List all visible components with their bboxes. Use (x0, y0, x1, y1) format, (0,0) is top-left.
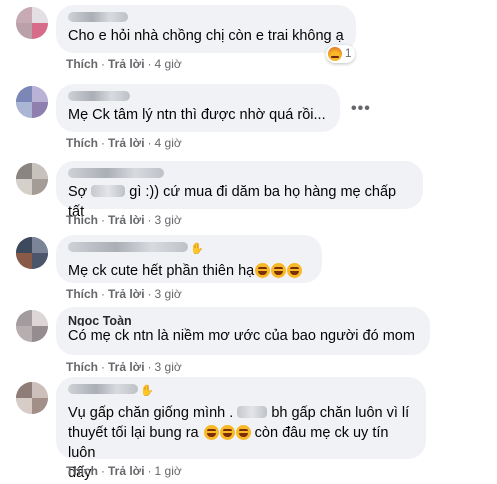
author-name-blurred[interactable] (68, 168, 164, 178)
comment-bubble: Ngọc Toàn Có mẹ ck ntn là niềm mơ ước củ… (56, 307, 430, 355)
comment-actions: Thích · Trả lời · 3 giờ (66, 287, 182, 301)
like-button[interactable]: Thích (66, 287, 98, 301)
avatar[interactable] (16, 237, 48, 269)
author-name[interactable]: Ngọc Toàn (68, 314, 418, 326)
reply-button[interactable]: Trả lời (108, 57, 145, 71)
comment-actions: Thích · Trả lời · 4 giờ (66, 57, 182, 71)
comment-actions: Thích · Trả lời · 1 giờ (66, 464, 182, 478)
avatar[interactable] (16, 163, 48, 195)
comment-bubble: ✋ Vụ gấp chăn giống mình . bh gấp chăn l… (56, 377, 426, 481)
laughing-emoji-icon (255, 263, 271, 278)
laughing-emoji-icon (271, 263, 287, 278)
comment-bubble: Sợ gì :)) cứ mua đi dăm ba họ hàng mẹ ch… (56, 161, 423, 220)
reaction-count: 1 (345, 48, 352, 60)
comment-text: Mẹ Ck tâm lý ntn thì được nhờ quá rồi... (68, 107, 326, 123)
angry-reaction-icon (328, 47, 342, 61)
laughing-emoji-icon (219, 425, 235, 440)
comment-actions: Thích · Trả lời · 3 giờ (66, 360, 182, 374)
reply-button[interactable]: Trả lời (108, 136, 145, 150)
timestamp[interactable]: 4 giờ (155, 57, 182, 71)
avatar[interactable] (16, 310, 48, 342)
comment-text: Mẹ ck cute hết phần thiên hạ (68, 261, 310, 281)
comment-text: Có mẹ ck ntn là niềm mơ ước của bao ngườ… (68, 328, 415, 344)
wave-icon: ✋ (140, 385, 154, 397)
like-button[interactable]: Thích (66, 360, 98, 374)
reply-button[interactable]: Trả lời (108, 213, 145, 227)
timestamp[interactable]: 3 giờ (155, 360, 182, 374)
comment-actions: Thích · Trả lời · 3 giờ (66, 213, 182, 227)
laughing-emoji-icon (235, 425, 251, 440)
timestamp[interactable]: 4 giờ (155, 136, 182, 150)
redacted-name (237, 406, 268, 418)
author-name-blurred[interactable] (68, 91, 130, 101)
comment-actions: Thích · Trả lời · 4 giờ (66, 136, 182, 150)
laughing-emoji-icon (287, 263, 303, 278)
author-name-blurred[interactable] (68, 242, 188, 252)
comment-bubble: Mẹ Ck tâm lý ntn thì được nhờ quá rồi... (56, 84, 340, 132)
timestamp[interactable]: 1 giờ (155, 464, 182, 478)
more-options-icon[interactable]: ••• (351, 100, 371, 118)
reply-button[interactable]: Trả lời (108, 360, 145, 374)
author-name-blurred[interactable] (68, 384, 138, 394)
avatar[interactable] (16, 86, 48, 118)
comment-bubble: ✋ Mẹ ck cute hết phần thiên hạ (56, 235, 322, 283)
timestamp[interactable]: 3 giờ (155, 287, 182, 301)
reply-button[interactable]: Trả lời (108, 287, 145, 301)
like-button[interactable]: Thích (66, 464, 98, 478)
like-button[interactable]: Thích (66, 213, 98, 227)
comment-bubble: Cho e hỏi nhà chồng chị còn e trai không… (56, 5, 356, 53)
avatar[interactable] (16, 382, 48, 414)
reaction-badge[interactable]: 1 (326, 45, 356, 63)
timestamp[interactable]: 3 giờ (155, 213, 182, 227)
author-name-blurred[interactable] (68, 12, 128, 22)
wave-icon: ✋ (190, 243, 204, 255)
avatar[interactable] (16, 7, 48, 39)
reply-button[interactable]: Trả lời (108, 464, 145, 478)
laughing-emoji-icon (203, 425, 219, 440)
redacted-name (91, 185, 126, 197)
like-button[interactable]: Thích (66, 57, 98, 71)
like-button[interactable]: Thích (66, 136, 98, 150)
comment-text: Cho e hỏi nhà chồng chị còn e trai không… (68, 28, 344, 44)
